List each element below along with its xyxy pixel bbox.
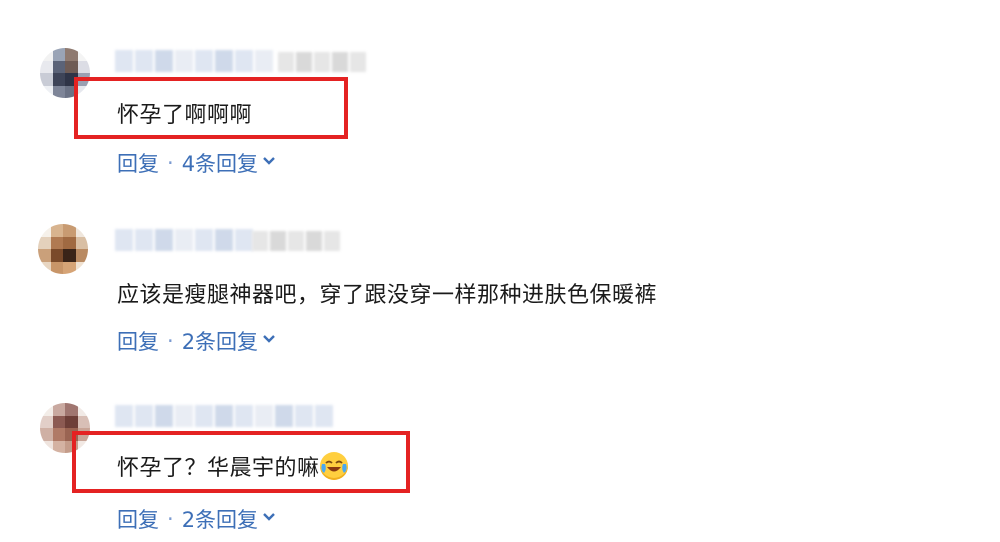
- comment-actions: 回复 · 2条回复: [117, 504, 276, 534]
- reply-button[interactable]: 回复: [117, 504, 159, 534]
- view-replies-button[interactable]: 2条回复: [182, 504, 258, 534]
- comment-text-content: 怀孕了？华晨宇的嘛: [117, 456, 320, 481]
- username-blurred[interactable]: [115, 405, 333, 427]
- chevron-down-icon[interactable]: [262, 510, 276, 524]
- separator-dot: ·: [167, 507, 174, 531]
- crying-laughing-emoji-icon: [319, 452, 348, 480]
- comment-item: 怀孕了？华晨宇的嘛 回复 · 2条回复: [0, 0, 1000, 542]
- comment-text: 怀孕了？华晨宇的嘛: [117, 450, 348, 482]
